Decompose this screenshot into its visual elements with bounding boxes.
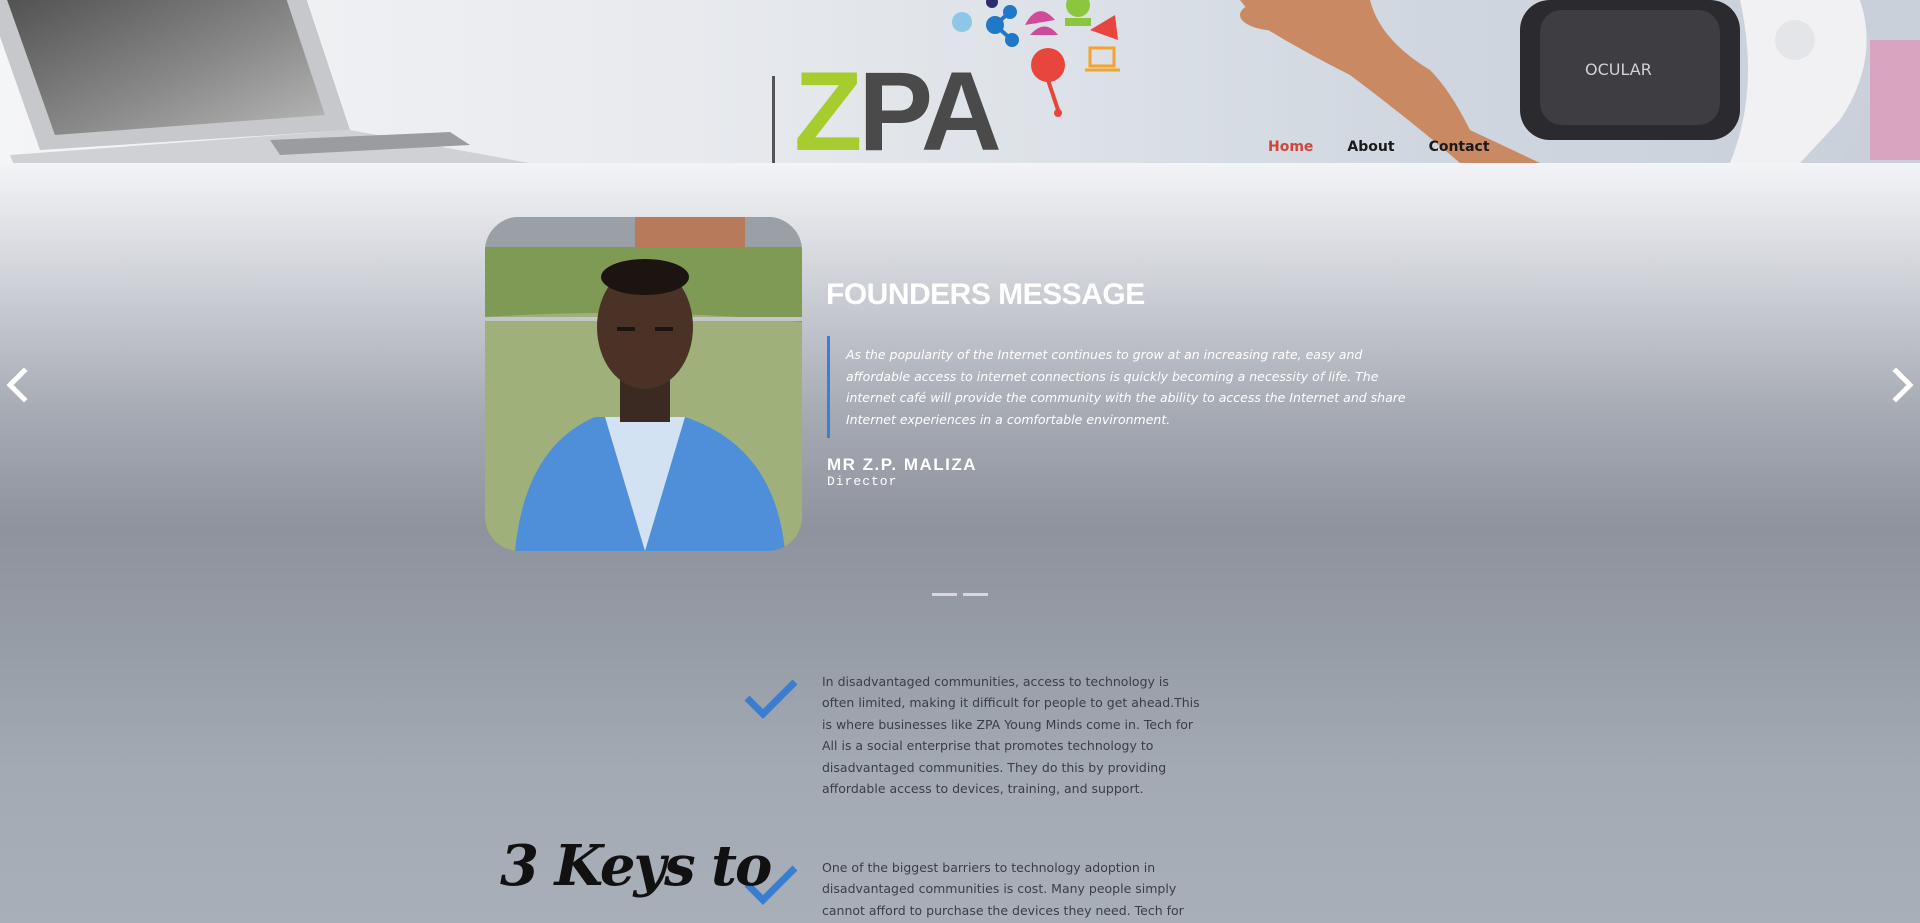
founder-quote: As the popularity of the Internet contin…: [827, 336, 1417, 438]
feature-text-2: One of the biggest barriers to technolog…: [822, 860, 1184, 918]
keys-heading: 3 Keys to: [500, 833, 772, 899]
nav-home-link[interactable]: Home: [1268, 139, 1313, 155]
feature-text-1: In disadvantaged communities, access to …: [822, 674, 1200, 797]
laptop-image: [0, 0, 530, 163]
main-nav: Home About Contact: [1268, 139, 1490, 155]
founder-role: Director: [827, 474, 898, 489]
logo-divider: [772, 76, 775, 163]
carousel-dot-2[interactable]: [963, 593, 988, 596]
carousel-pagination: [932, 593, 988, 596]
chevron-right-icon[interactable]: [1888, 365, 1918, 405]
logo-icons-cluster: [952, 0, 1120, 117]
chevron-left-icon[interactable]: [2, 365, 32, 405]
founders-message-title: FOUNDERS MESSAGE: [826, 278, 1145, 311]
zpa-logo[interactable]: ZPA: [770, 0, 1150, 163]
founder-quote-text: As the popularity of the Internet contin…: [846, 347, 1406, 427]
header-banner: ZPA OCULAR Home About Contact: [0, 0, 1920, 163]
nav-contact-link[interactable]: Contact: [1429, 139, 1490, 155]
founder-name: MR Z.P. MALIZA: [827, 455, 978, 474]
carousel-dot-1[interactable]: [932, 593, 957, 596]
main-section: [0, 163, 1920, 923]
nav-about-link[interactable]: About: [1347, 139, 1394, 155]
vr-headset-brand: OCULAR: [1585, 60, 1652, 79]
checkmark-icon: [744, 679, 798, 719]
founder-photo: [485, 217, 802, 551]
logo-letter-z: Z: [794, 49, 862, 164]
logo-letter-p: P: [858, 49, 924, 164]
